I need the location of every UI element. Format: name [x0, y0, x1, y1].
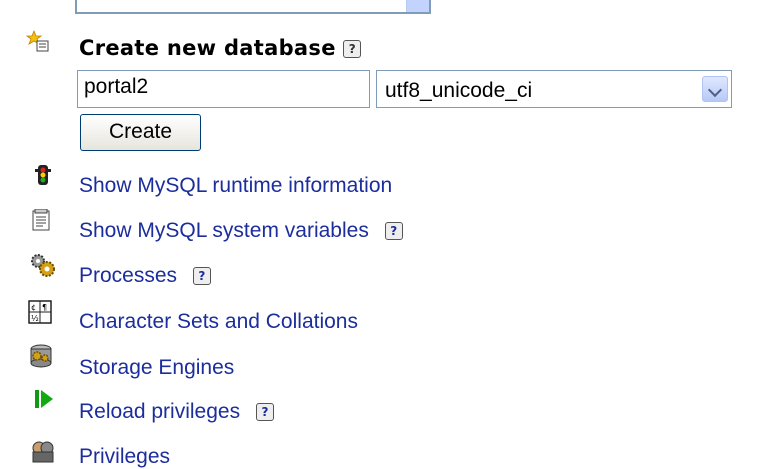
- link-privileges-label: Privileges: [79, 445, 171, 468]
- help-icon[interactable]: ?: [192, 267, 211, 286]
- link-charsets-label: Character Sets and Collations: [79, 310, 358, 333]
- help-icon[interactable]: ?: [384, 222, 403, 241]
- charset-icon: ¢ ¶ ½: [28, 300, 52, 324]
- help-icon[interactable]: ?: [343, 40, 362, 58]
- svg-text:½: ½: [31, 314, 39, 323]
- link-reload-privileges[interactable]: Reload privileges ?: [79, 400, 274, 424]
- link-storage-engines[interactable]: Storage Engines: [79, 356, 234, 380]
- link-privileges[interactable]: Privileges: [79, 445, 170, 469]
- link-processes[interactable]: Processes ?: [79, 264, 211, 288]
- variables-icon: [32, 209, 50, 231]
- create-button[interactable]: Create: [80, 114, 201, 151]
- processes-icon: [31, 254, 55, 277]
- link-system-variables-label: Show MySQL system variables: [79, 219, 369, 242]
- link-system-variables[interactable]: Show MySQL system variables ?: [79, 219, 403, 243]
- svg-text:¢: ¢: [31, 303, 36, 312]
- help-icon[interactable]: ?: [255, 403, 274, 422]
- create-db-icon: [26, 30, 49, 52]
- database-name-input[interactable]: portal2: [77, 70, 370, 108]
- link-runtime-info-label: Show MySQL runtime information: [79, 174, 393, 197]
- chevron-down-icon[interactable]: [702, 76, 728, 102]
- link-reload-privileges-label: Reload privileges: [79, 400, 241, 423]
- link-processes-label: Processes: [79, 264, 178, 287]
- svg-text:¶: ¶: [42, 303, 47, 312]
- collation-value: utf8_unicode_ci: [385, 79, 533, 102]
- create-db-title: Create new database ?: [79, 36, 362, 60]
- traffic-light-icon: [35, 165, 51, 185]
- create-db-title-text: Create new database: [79, 36, 336, 60]
- clipped-select[interactable]: [75, 0, 431, 14]
- collation-select[interactable]: utf8_unicode_ci: [376, 70, 732, 108]
- link-storage-engines-label: Storage Engines: [79, 356, 235, 379]
- link-charsets[interactable]: Character Sets and Collations: [79, 310, 358, 334]
- clipped-select-arrow[interactable]: [406, 0, 429, 12]
- link-runtime-info[interactable]: Show MySQL runtime information: [79, 174, 392, 198]
- privileges-icon: [32, 441, 54, 463]
- reload-icon: [35, 390, 53, 408]
- storage-engines-icon: [30, 344, 52, 368]
